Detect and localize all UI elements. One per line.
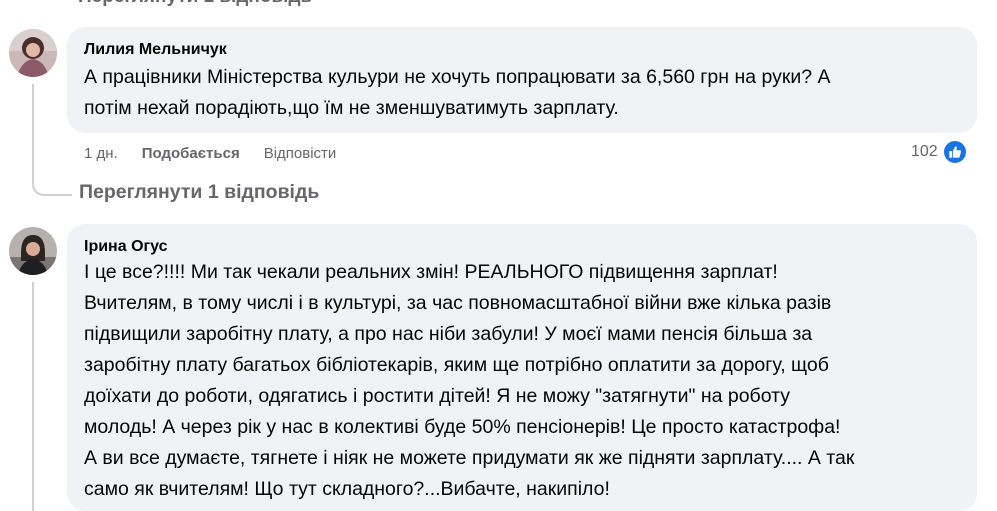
- avatar[interactable]: [9, 29, 57, 77]
- thread-line-curve: [32, 150, 72, 196]
- comment-actions: 1 дн. Подобається Відповісти: [84, 143, 336, 163]
- comment-text: А працівники Міністерства кульури не хоч…: [84, 66, 831, 119]
- top-view-replies-link[interactable]: Переглянути 1 відповідь: [78, 0, 312, 8]
- comment-timestamp[interactable]: 1 дн.: [84, 145, 118, 162]
- comment-text: І це все?!!!! Ми так чекали реальних змі…: [84, 261, 855, 500]
- comment-author[interactable]: Ірина Огус: [84, 238, 168, 256]
- thread-line: [32, 282, 34, 511]
- comment-author[interactable]: Лилия Мельничук: [84, 41, 227, 59]
- reaction-count: 102: [911, 143, 938, 160]
- reaction-summary[interactable]: 102: [911, 139, 968, 165]
- view-replies-link[interactable]: Переглянути 1 відповідь: [79, 181, 319, 204]
- thumbs-up-icon: [941, 139, 968, 165]
- reply-button[interactable]: Відповісти: [264, 145, 337, 162]
- avatar[interactable]: [9, 227, 57, 275]
- like-button[interactable]: Подобається: [142, 145, 240, 162]
